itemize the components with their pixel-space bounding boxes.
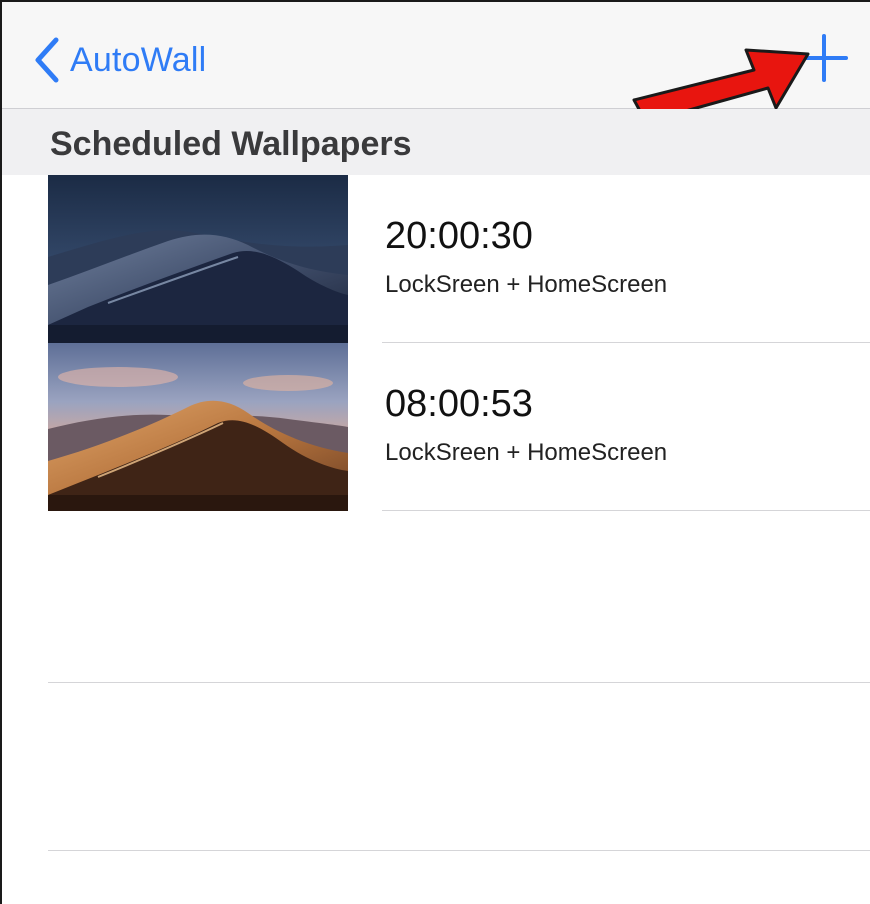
- empty-row-divider: [48, 850, 870, 851]
- wallpaper-row[interactable]: 20:00:30 LockSreen + HomeScreen: [2, 175, 870, 343]
- row-divider: [382, 510, 870, 511]
- back-button[interactable]: AutoWall: [30, 32, 206, 88]
- schedule-time: 20:00:30: [385, 215, 533, 257]
- section-header: Scheduled Wallpapers: [2, 109, 870, 175]
- section-title: Scheduled Wallpapers: [50, 125, 412, 163]
- back-button-label: AutoWall: [70, 40, 207, 79]
- wallpaper-row[interactable]: 08:00:53 LockSreen + HomeScreen: [2, 343, 870, 511]
- empty-row-divider: [48, 682, 870, 683]
- schedule-target: LockSreen + HomeScreen: [385, 271, 668, 298]
- schedule-target: LockSreen + HomeScreen: [385, 439, 668, 466]
- wallpaper-thumbnail-night: [48, 175, 348, 343]
- wallpaper-list: 20:00:30 LockSreen + HomeScreen 08:00:53…: [2, 175, 870, 511]
- app-screen: AutoWall Scheduled Wallpapers 20:00:30 L…: [0, 0, 870, 904]
- wallpaper-thumbnail-day: [48, 343, 348, 511]
- chevron-left-icon: [35, 37, 59, 83]
- schedule-time: 08:00:53: [385, 383, 533, 425]
